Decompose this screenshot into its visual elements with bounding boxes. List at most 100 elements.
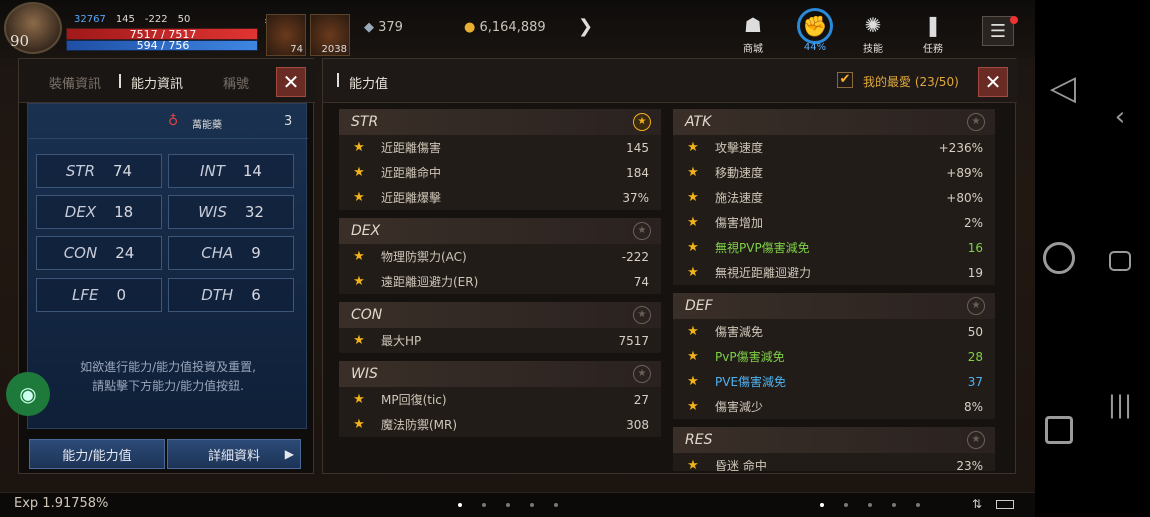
check-icon: ✔ [839,72,851,87]
section-title: CON [351,307,383,323]
currency-a-value: 379 [378,20,403,35]
stat-row[interactable]: ★ 昏迷 命中 23% [673,453,995,471]
stat-row[interactable]: ★ 傷害增加 2% [673,210,995,235]
auto-fist-icon: ✊ [797,8,833,44]
elixir-label: 萬能藥 [192,120,222,131]
stat-row[interactable]: ★ PVE傷害減免 37 [673,369,995,394]
star-icon: ★ [353,165,365,180]
quick-slot[interactable]: 2038 [310,14,350,56]
star-icon: ★ [353,392,365,407]
page-dot [554,503,558,507]
recents-lines-icon[interactable]: ||| [1107,391,1133,419]
stat-row[interactable]: ★ 遠距離迴避力(ER) 74 [339,269,661,294]
stat-value: +80% [946,190,983,205]
page-dot [482,503,486,507]
favorite-star-icon[interactable]: ★ [967,113,985,131]
stat-row[interactable]: ★ 近距離命中 184 [339,160,661,185]
section-header: WIS ★ [339,361,661,387]
stat-row[interactable]: ★ 近距離傷害 145 [339,135,661,160]
stat-name: 最大HP [381,334,422,348]
left-tabs: 裝備資訊 能力資訊 稱號 ✕ [19,59,315,103]
quest-label: 任務 [923,44,943,55]
stat-section-con: CON ★ ★ 最大HP 7517 [339,302,661,361]
close-right-button[interactable]: ✕ [978,67,1008,97]
stat-row[interactable]: ★ 魔法防禦(MR) 308 [339,412,661,437]
stat-name: PVE傷害減免 [715,375,787,389]
stat-row[interactable]: ★ 物理防禦力(AC) -222 [339,244,661,269]
auto-button[interactable]: ✊ 44% [790,8,840,53]
stat-row[interactable]: ★ 傷害減少 8% [673,394,995,419]
recents-square-icon[interactable] [1045,416,1073,444]
stat-row[interactable]: ★ 施法速度 +80% [673,185,995,210]
wifi-icon[interactable]: ◉ [6,372,50,416]
star-icon: ★ [353,140,365,155]
stat-value: 37 [967,374,983,389]
favorite-label[interactable]: 我的最愛 (23/50) [863,73,959,90]
stat-key: DEX [64,203,97,221]
star-icon: ★ [353,190,365,205]
stat-name: 魔法防禦(MR) [381,418,458,432]
stats-header: 能力值 ✔ 我的最愛 (23/50) ✕ [323,59,1017,103]
gold-value: 6,164,889 [479,20,546,35]
ability-stats-area: ♁ 萬能藥 3 STR 74 INT 14 DEX 18 WIS 32 CON 24 CH… [27,103,308,429]
close-left-button[interactable]: ✕ [276,67,306,97]
stat-d: 50 [177,14,191,25]
section-title: ATK [685,114,712,130]
skill-button[interactable]: ✺ 技能 [848,12,898,55]
stat-key: STR [65,162,95,180]
stat-b: 145 [115,14,135,25]
favorite-star-icon[interactable]: ★ [967,297,985,315]
stat-section-dex: DEX ★ ★ 物理防禦力(AC) -222 ★ 遠距離迴避力(ER) 74 [339,218,661,302]
stat-name: 傷害減少 [715,400,764,414]
favorite-checkbox[interactable]: ✔ [837,72,853,88]
section-body: ★ 攻擊速度 +236% ★ 移動速度 +89% ★ 施法速度 +80% ★ 傷害增加 2% ★ 無視PV… [673,135,995,285]
close-icon: ✕ [282,70,300,94]
favorite-star-icon[interactable]: ★ [967,431,985,449]
stat-row[interactable]: ★ 近距離爆擊 37% [339,185,661,210]
home-circle-icon[interactable] [1043,242,1075,274]
stat-row[interactable]: ★ 傷害減免 50 [673,319,995,344]
stat-row[interactable]: ★ MP回復(tic) 27 [339,387,661,412]
star-icon: ★ [687,165,699,180]
stat-row[interactable]: ★ 移動速度 +89% [673,160,995,185]
back-chevron-icon[interactable]: ‹ [1107,100,1133,134]
bottom-bar: Exp 1.91758% ⇅ [0,492,1035,517]
favorite-star-icon[interactable]: ★ [633,306,651,324]
potion-slot[interactable]: 74 [266,14,306,56]
star-icon: ★ [687,349,699,364]
tab-title[interactable]: 稱號 [223,73,249,92]
stat-dth: DTH 6 [168,278,294,312]
stat-value: 74 [113,162,133,180]
section-title: WIS [351,366,378,382]
favorite-star-icon[interactable]: ★ [633,365,651,383]
stat-row[interactable]: ★ 最大HP 7517 [339,328,661,353]
detail-button[interactable]: 詳細資料 ▶ [167,439,301,469]
stat-row[interactable]: ★ 攻擊速度 +236% [673,135,995,160]
section-body: ★ 傷害減免 50 ★ PvP傷害減免 28 ★ PVE傷害減免 37 ★ 傷害減少 8% [673,319,995,419]
home-square-icon[interactable] [1109,251,1131,271]
chevron-right-icon[interactable]: ❯ [578,16,593,37]
shop-button[interactable]: ☗ 商城 [728,12,778,55]
stat-value: 0 [116,286,126,304]
tab-ability[interactable]: 能力資訊 [131,73,183,92]
page-dot [530,503,534,507]
stat-name: 近距離命中 [381,166,442,180]
back-triangle-icon[interactable]: ◁ [1043,68,1083,108]
ability-button[interactable]: 能力/能力值 [29,439,165,469]
stat-key: CHA [201,244,234,262]
section-body: ★ MP回復(tic) 27 ★ 魔法防禦(MR) 308 [339,387,661,437]
quest-button[interactable]: ❚ 任務 [908,12,958,55]
stat-value: 74 [633,274,649,289]
section-header: CON ★ [339,302,661,328]
tab-equipment[interactable]: 裝備資訊 [49,73,101,92]
favorite-star-icon[interactable]: ★ [633,113,651,131]
stat-value: 24 [115,244,135,262]
stat-name: 傷害增加 [715,216,764,230]
stat-row[interactable]: ★ PvP傷害減免 28 [673,344,995,369]
stat-row[interactable]: ★ 無視PVP傷害減免 16 [673,235,995,260]
stat-row[interactable]: ★ 無視近距離迴避力 19 [673,260,995,285]
favorite-star-icon[interactable]: ★ [633,222,651,240]
stat-value: 19 [967,265,983,280]
